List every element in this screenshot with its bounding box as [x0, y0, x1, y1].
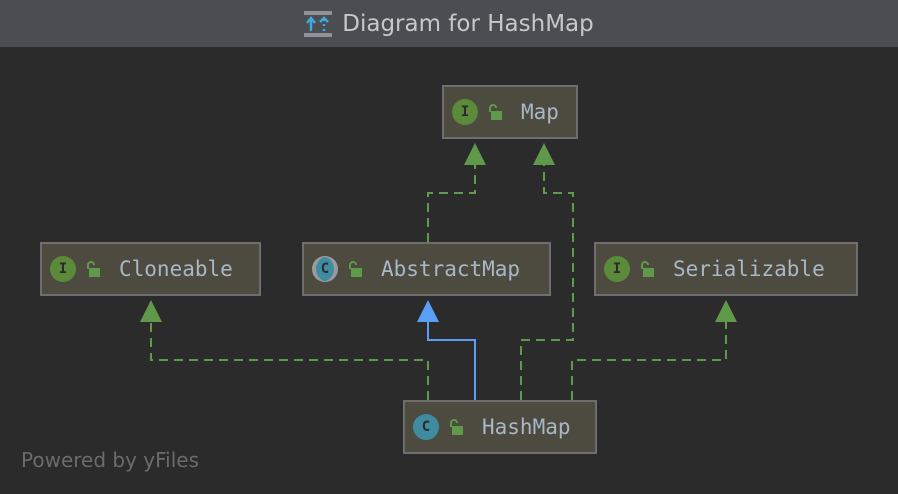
node-hashmap[interactable]: C HashMap — [403, 400, 597, 454]
unlock-icon — [349, 261, 362, 277]
unlock-icon — [641, 261, 654, 277]
edge-hashmap-serializable — [571, 322, 727, 400]
unlock-icon — [450, 419, 463, 435]
node-serializable[interactable]: I Serializable — [594, 242, 858, 296]
arrowhead — [715, 300, 737, 322]
node-label: Map — [521, 100, 559, 124]
class-icon: C — [413, 414, 439, 440]
node-cloneable[interactable]: I Cloneable — [40, 242, 261, 296]
edge-hashmap-abstractmap — [427, 322, 476, 400]
unlock-icon — [87, 261, 100, 277]
abstract-class-icon: C — [312, 256, 338, 282]
node-label: HashMap — [482, 415, 571, 439]
arrowhead — [417, 300, 439, 322]
edge-abstractmap-map — [427, 165, 476, 242]
interface-icon: I — [604, 256, 630, 282]
interface-icon: I — [50, 256, 76, 282]
edge-hashmap-cloneable — [150, 322, 429, 400]
node-map[interactable]: I Map — [442, 85, 578, 139]
node-abstractmap[interactable]: C AbstractMap — [302, 242, 551, 296]
node-label: AbstractMap — [381, 257, 521, 281]
interface-icon: I — [452, 99, 478, 125]
node-label: Serializable — [673, 257, 825, 281]
arrowhead — [140, 300, 162, 322]
powered-by-label: Powered by yFiles — [21, 448, 199, 472]
node-label: Cloneable — [119, 257, 233, 281]
arrowhead — [533, 143, 555, 165]
unlock-icon — [489, 104, 502, 120]
arrowhead — [464, 143, 486, 165]
